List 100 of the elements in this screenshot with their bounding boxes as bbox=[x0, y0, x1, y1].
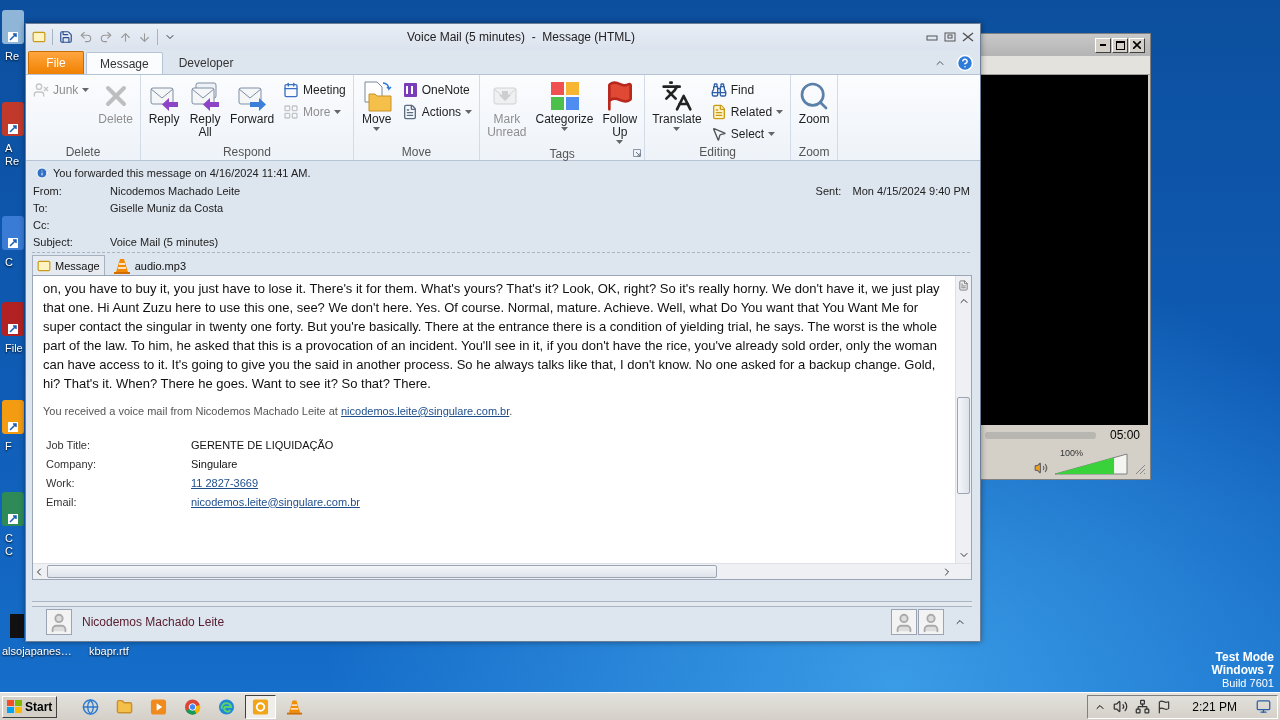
close-button[interactable] bbox=[962, 32, 974, 42]
restore-button[interactable] bbox=[944, 32, 956, 42]
group-label: Tags bbox=[549, 147, 575, 161]
avatar bbox=[891, 609, 917, 635]
down-arrow-icon[interactable] bbox=[138, 30, 151, 44]
person-name: Nicodemos Machado Leite bbox=[82, 615, 226, 629]
system-info-text: Windows 7 bbox=[1211, 664, 1274, 677]
shortcut-icon[interactable] bbox=[0, 398, 24, 436]
translate-icon bbox=[661, 80, 693, 112]
ribbon-button[interactable]: Reply bbox=[144, 77, 185, 129]
undo-icon[interactable] bbox=[79, 30, 93, 44]
ribbon-button[interactable]: Translate bbox=[648, 77, 706, 134]
document-icon bbox=[710, 103, 727, 120]
info-text: You forwarded this message on 4/16/2024 11:41 AM. bbox=[53, 167, 311, 179]
speaker-icon[interactable] bbox=[1113, 699, 1129, 714]
shortcut-icon[interactable] bbox=[0, 100, 24, 138]
icon-label: kbapr.rtf bbox=[89, 645, 129, 657]
ribbon-button[interactable]: Categorize bbox=[531, 77, 598, 134]
email-link[interactable]: nicodemos.leite@singulare.com.br bbox=[340, 405, 510, 417]
shortcut-icon[interactable] bbox=[0, 214, 24, 252]
ribbon-button[interactable]: Zoom bbox=[794, 77, 835, 129]
up-arrow-icon[interactable] bbox=[119, 30, 132, 44]
icon-label: A Re bbox=[4, 142, 20, 168]
contact-value: Singulare bbox=[191, 457, 239, 470]
network-icon[interactable] bbox=[1135, 699, 1151, 714]
contact-value: GERENTE DE LIQUIDAÇÃO bbox=[191, 438, 335, 451]
document-icon bbox=[401, 103, 418, 120]
field-label: Cc: bbox=[33, 218, 51, 231]
caret-icon bbox=[768, 131, 776, 136]
media-player-icon bbox=[150, 697, 168, 716]
resize-grip-icon bbox=[1134, 463, 1146, 475]
vertical-scrollbar[interactable] bbox=[955, 276, 971, 563]
save-icon[interactable] bbox=[59, 30, 73, 44]
close-icon bbox=[1133, 41, 1141, 49]
pointer-icon bbox=[710, 125, 727, 142]
clock: 2:21 PM bbox=[1191, 699, 1238, 714]
minimize-icon bbox=[1100, 44, 1106, 46]
icon-label: F bbox=[4, 440, 12, 453]
traffic-cone-icon bbox=[286, 697, 304, 716]
shortcut-icon[interactable] bbox=[0, 8, 24, 46]
ribbon-tab[interactable]: Message bbox=[86, 52, 163, 75]
ribbon-button[interactable]: Find bbox=[706, 79, 788, 100]
caret-icon bbox=[561, 127, 568, 131]
mail-icon[interactable] bbox=[32, 30, 46, 44]
outlook-icon bbox=[252, 697, 270, 716]
help-icon[interactable] bbox=[956, 54, 974, 72]
icon-label: C bbox=[4, 256, 13, 269]
scroll-thumb[interactable] bbox=[957, 397, 970, 494]
ribbon-button[interactable]: Related bbox=[706, 101, 788, 122]
field-value: Voice Mail (5 minutes) bbox=[110, 235, 220, 248]
ribbon-button[interactable]: Forward bbox=[226, 77, 279, 129]
ribbon-button[interactable]: Select bbox=[706, 123, 788, 144]
minimize-button[interactable] bbox=[1095, 37, 1111, 53]
ribbon-tab[interactable]: Developer bbox=[164, 51, 248, 74]
notebook-icon bbox=[401, 81, 418, 98]
show-desktop-icon[interactable] bbox=[1256, 699, 1271, 714]
contact-link[interactable]: nicodemos.leite@singulare.com.br bbox=[191, 495, 945, 508]
maximize-button[interactable] bbox=[1112, 37, 1128, 53]
shortcut-icon[interactable] bbox=[0, 300, 24, 338]
contact-label: Email: bbox=[46, 495, 78, 508]
color-squares-icon bbox=[548, 80, 581, 112]
attachment-tab[interactable]: Message bbox=[32, 255, 105, 275]
caret-icon bbox=[616, 140, 624, 144]
launcher-icon[interactable] bbox=[633, 149, 642, 157]
ribbon-button[interactable]: Follow Up bbox=[598, 77, 642, 147]
duration-text: 05:00 bbox=[1109, 428, 1140, 442]
ribbon-button[interactable]: OneNote bbox=[397, 79, 477, 100]
user-x-icon bbox=[33, 81, 49, 98]
scroll-thumb[interactable] bbox=[47, 565, 717, 578]
icon-label: Re bbox=[4, 50, 20, 63]
envelope-icon bbox=[37, 258, 51, 273]
contact-label: Job Title: bbox=[46, 438, 92, 451]
ribbon-button[interactable]: Actions bbox=[397, 101, 477, 122]
chrome-icon bbox=[184, 697, 202, 716]
voicemail-note: You received a voice mail from Nicodemos Machado Leite at nicodemos.leite@singulare.com.br. bbox=[43, 405, 514, 417]
ribbon-button[interactable]: Meeting bbox=[279, 79, 350, 100]
caret-icon bbox=[82, 87, 90, 92]
attachment-tab[interactable]: audio.mp3 bbox=[107, 255, 191, 275]
caret-icon bbox=[673, 127, 681, 131]
shortcut-icon[interactable] bbox=[0, 490, 24, 528]
window-title: Voice Mail (5 minutes) - Message (HTML) bbox=[405, 30, 637, 44]
contact-link[interactable]: 11 2827-3669 bbox=[191, 476, 945, 489]
start-button[interactable]: Start bbox=[2, 695, 58, 718]
horizontal-scrollbar[interactable] bbox=[33, 563, 971, 579]
contact-label: Company: bbox=[46, 457, 98, 470]
ribbon-button[interactable]: Reply All bbox=[185, 77, 226, 142]
system-info-text: Build 7601 bbox=[1222, 677, 1274, 690]
avatar bbox=[46, 609, 72, 635]
caret-icon bbox=[373, 127, 381, 131]
field-label: To: bbox=[33, 201, 49, 214]
grid-icon bbox=[283, 103, 300, 120]
icon-label: alsojapanes… bbox=[2, 645, 72, 657]
ribbon-button[interactable]: Move bbox=[356, 77, 397, 134]
field-label: Sent: bbox=[815, 184, 843, 197]
group-label: Editing bbox=[699, 145, 737, 160]
flag-icon[interactable] bbox=[1157, 699, 1172, 714]
field-label: From: bbox=[33, 184, 63, 197]
redo-icon[interactable] bbox=[99, 30, 113, 44]
group-label: Move bbox=[401, 145, 432, 160]
taskbar-button[interactable] bbox=[245, 694, 277, 719]
